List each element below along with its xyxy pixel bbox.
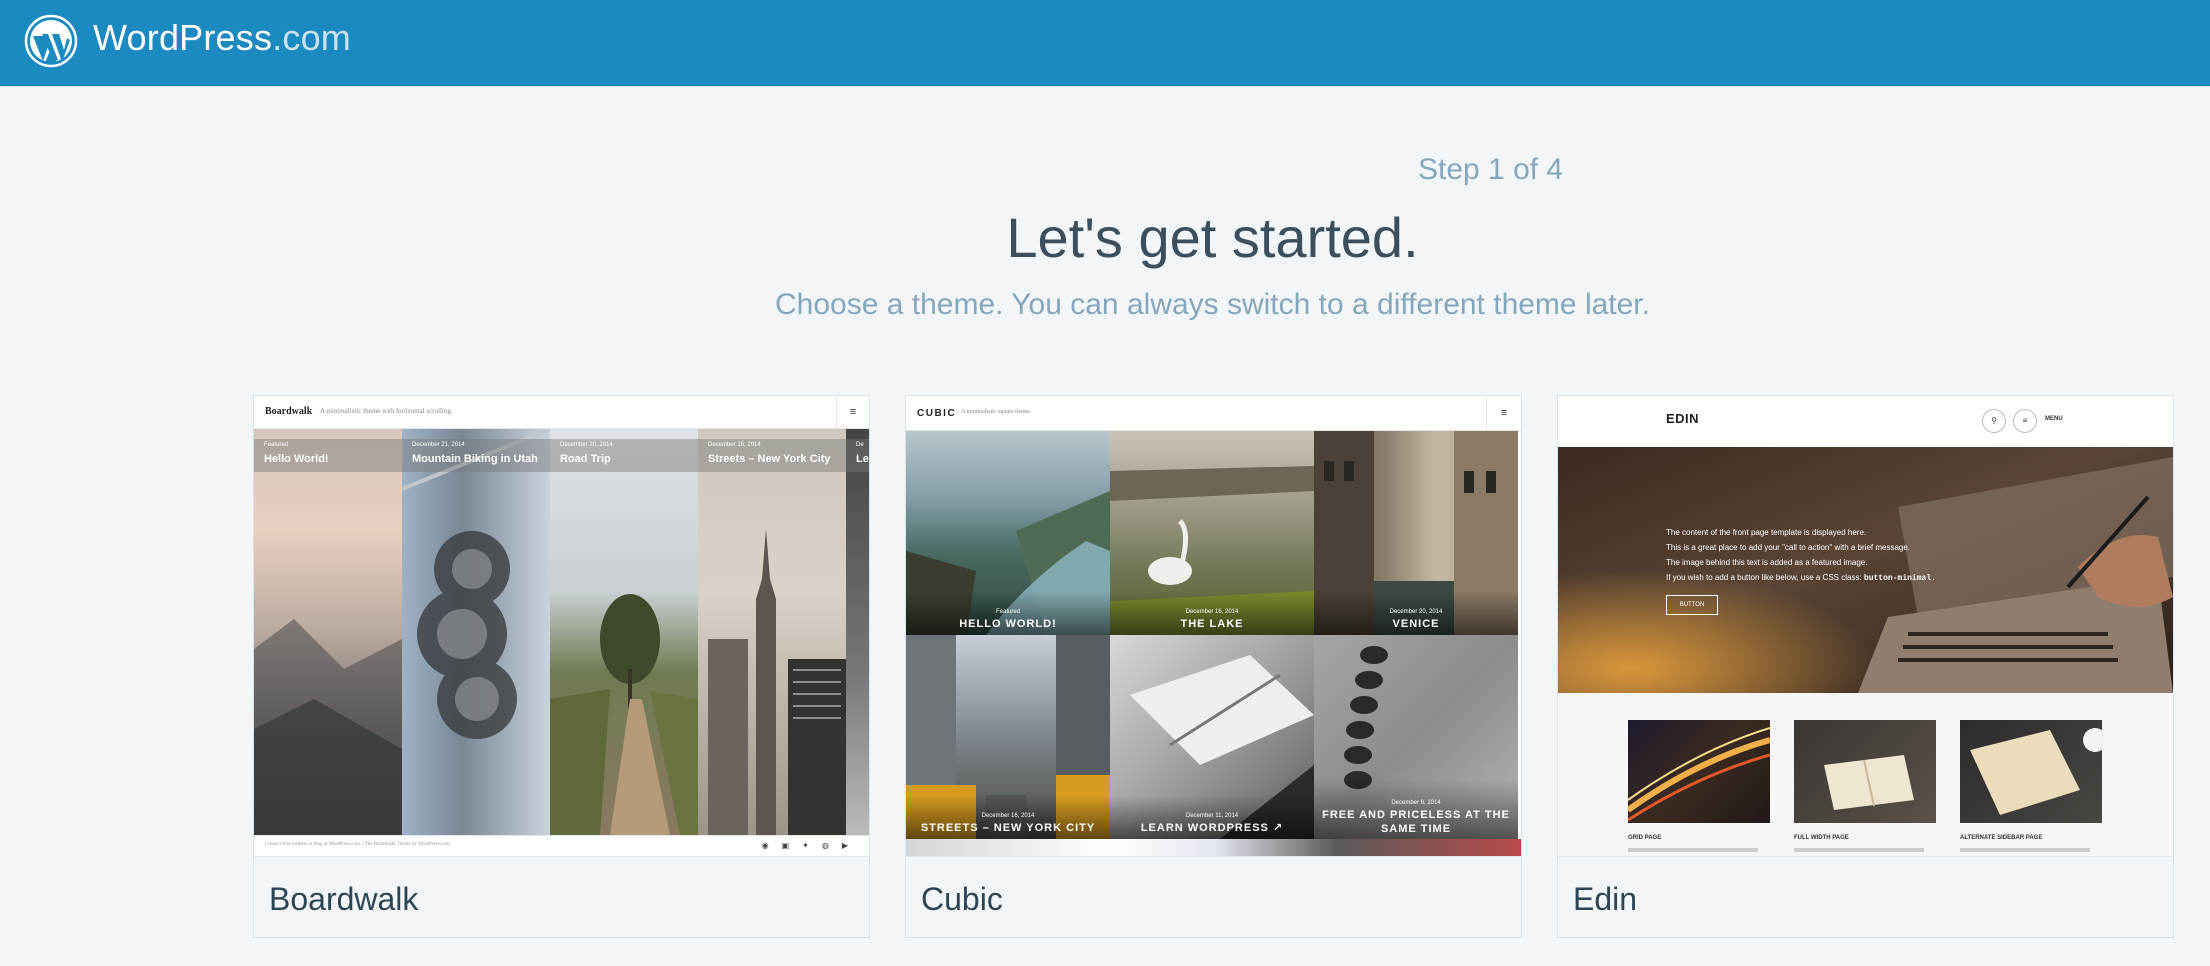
theme-card-footer[interactable]: Cubic bbox=[906, 856, 1521, 937]
menu-icon: ≡ bbox=[1486, 396, 1521, 431]
post-title: THE LAKE bbox=[1180, 618, 1244, 630]
post-title: FREE AND PRICELESS AT THE SAME TIME bbox=[1322, 809, 1510, 835]
preview-post-tile: December 8, 2014 FREE AND PRICELESS AT T… bbox=[1314, 635, 1518, 839]
preview-post-tile: December 16, 2014 Streets – New York Cit… bbox=[698, 429, 846, 835]
post-date: December 16, 2014 bbox=[708, 442, 761, 448]
theme-card-cubic[interactable]: CUBIC A minimalistic square theme. ≡ Fea… bbox=[905, 395, 1522, 938]
brand-wordmark[interactable]: WordPress.com bbox=[93, 16, 351, 60]
page-caption: GRID PAGE bbox=[1628, 835, 1662, 841]
brand-suffix: .com bbox=[272, 17, 351, 58]
theme-name: Boardwalk bbox=[269, 881, 419, 917]
preview-post-tile: December 20, 2014 Road Trip bbox=[550, 429, 698, 835]
post-title: Road Trip bbox=[560, 453, 611, 465]
hero-line: The content of the front page template i… bbox=[1666, 528, 1867, 537]
search-icon: ⚲ bbox=[1982, 409, 2006, 433]
post-title: HELLO WORLD! bbox=[959, 618, 1057, 630]
preview-header: Boardwalk A minimalistic theme with hori… bbox=[254, 396, 869, 429]
masterbar: WordPress.com bbox=[0, 0, 2210, 86]
post-date: December 16, 2014 bbox=[981, 813, 1035, 819]
page-thumbnail bbox=[1960, 720, 2102, 823]
hero-line: If you wish to add a button like below, … bbox=[1666, 573, 1862, 582]
theme-screenshot[interactable]: Boardwalk A minimalistic theme with hori… bbox=[254, 396, 869, 856]
hero-code: button-minimal. bbox=[1863, 574, 1936, 583]
hero-line: The image behind this text is added as a… bbox=[1666, 558, 1868, 567]
preview-post-tile: December 16, 2014 THE LAKE bbox=[1110, 431, 1314, 635]
preview-post-tile: December 11, 2014 LEARN WORDPRESS ↗ bbox=[1110, 635, 1314, 839]
step-indicator: Step 1 of 4 bbox=[1418, 153, 1564, 186]
preview-post-tile: December 16, 2014 STREETS – NEW YORK CIT… bbox=[906, 635, 1110, 839]
post-date: December 11, 2014 bbox=[1185, 813, 1239, 819]
social-icons: ◉▣✦◍▶ bbox=[761, 841, 861, 850]
preview-header: EDIN ⚲ ≡ MENU bbox=[1558, 396, 2173, 447]
page-subtitle: Choose a theme. You can always switch to… bbox=[775, 288, 1650, 321]
preview-post-tile: Featured HELLO WORLD! bbox=[906, 431, 1110, 635]
menu-icon: ≡ bbox=[836, 396, 869, 429]
theme-card-boardwalk[interactable]: Boardwalk A minimalistic theme with hori… bbox=[253, 395, 870, 938]
preview-tagline: A minimalistic theme with horizontal scr… bbox=[320, 407, 453, 415]
theme-card-footer[interactable]: Boardwalk bbox=[254, 856, 869, 937]
preview-tagline: A minimalistic square theme. bbox=[961, 409, 1032, 415]
preview-post-tile: December 21, 2014 Mountain Biking in Uta… bbox=[402, 429, 550, 835]
theme-name: Edin bbox=[1573, 881, 1638, 917]
page-caption: FULL WIDTH PAGE bbox=[1794, 835, 1849, 841]
preview-post-tile: Featured Hello World! bbox=[254, 429, 402, 835]
hero-button: BUTTON bbox=[1666, 595, 1718, 615]
post-date: De bbox=[856, 442, 864, 448]
wordpress-logo-icon[interactable] bbox=[24, 14, 78, 68]
preview-footer: Create a free website or blog at WordPre… bbox=[254, 835, 869, 856]
post-date: December 8, 2014 bbox=[1391, 800, 1441, 806]
preview-pages: GRID PAGE FULL WIDTH PAGE ALTERNATE SIDE… bbox=[1558, 693, 2173, 856]
post-title: Hello World! bbox=[264, 453, 329, 465]
preview-post-tile: De Le bbox=[846, 429, 869, 835]
page-title: Let's get started. bbox=[1006, 206, 1419, 269]
theme-screenshot[interactable]: CUBIC A minimalistic square theme. ≡ Fea… bbox=[906, 396, 1521, 856]
page-thumbnail bbox=[1794, 720, 1936, 823]
post-title: STREETS – NEW YORK CITY bbox=[920, 822, 1096, 834]
theme-card-edin[interactable]: EDIN ⚲ ≡ MENU The content of the front p… bbox=[1557, 395, 2174, 938]
theme-name: Cubic bbox=[921, 881, 1003, 917]
theme-screenshot[interactable]: EDIN ⚲ ≡ MENU The content of the front p… bbox=[1558, 396, 2173, 856]
post-title: VENICE bbox=[1392, 618, 1440, 630]
post-title: LEARN WORDPRESS ↗ bbox=[1140, 822, 1284, 834]
preview-site-title: Boardwalk bbox=[265, 406, 313, 417]
menu-icon: ≡ bbox=[2013, 409, 2037, 433]
preview-post-tile: December 20, 2014 VENICE bbox=[1314, 431, 1518, 635]
post-title: Mountain Biking in Utah bbox=[412, 453, 538, 465]
page-caption: ALTERNATE SIDEBAR PAGE bbox=[1960, 835, 2043, 841]
preview-hero: The content of the front page template i… bbox=[1558, 447, 2173, 693]
theme-card-footer[interactable]: Edin bbox=[1558, 856, 2173, 937]
post-title: Streets – New York City bbox=[708, 453, 831, 465]
post-date: Featured bbox=[995, 609, 1020, 615]
post-date: Featured bbox=[264, 442, 289, 448]
post-title: Le bbox=[856, 453, 869, 465]
brand-name: WordPress bbox=[93, 17, 273, 58]
post-date: December 20, 2014 bbox=[1389, 609, 1443, 615]
preview-site-title: EDIN bbox=[1666, 411, 1700, 426]
hero-text: The content of the front page template i… bbox=[1666, 525, 1936, 586]
preview-menu-label: MENU bbox=[2045, 416, 2063, 422]
page-thumbnail bbox=[1628, 720, 1770, 823]
post-date: December 21, 2014 bbox=[412, 442, 465, 448]
post-date: December 16, 2014 bbox=[1185, 609, 1239, 615]
hero-line: This is a great place to add your "call … bbox=[1666, 543, 1911, 552]
preview-site-title: CUBIC bbox=[917, 408, 957, 419]
preview-header: CUBIC A minimalistic square theme. ≡ bbox=[906, 396, 1521, 431]
post-date: December 20, 2014 bbox=[560, 442, 613, 448]
preview-footer-text: Create a free website or blog at WordPre… bbox=[265, 842, 451, 847]
preview-more-tiles bbox=[906, 839, 1521, 856]
